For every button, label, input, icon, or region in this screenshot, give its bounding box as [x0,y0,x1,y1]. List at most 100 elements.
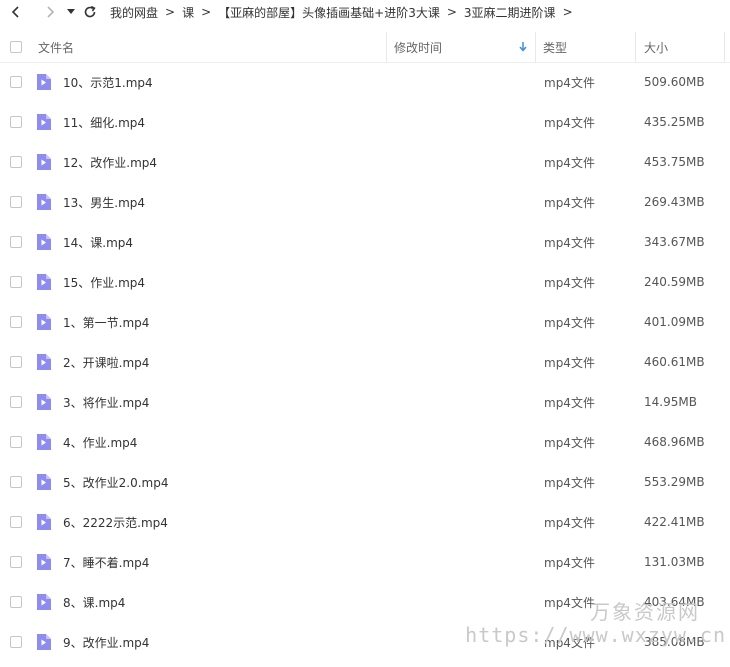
row-checkbox[interactable] [10,436,22,448]
video-file-icon [37,354,51,370]
row-checkbox[interactable] [10,76,22,88]
file-name[interactable]: 8、课.mp4 [63,582,125,622]
row-checkbox[interactable] [10,476,22,488]
row-checkbox[interactable] [10,396,22,408]
column-header: 文件名 修改时间 类型 大小 [0,32,730,63]
column-modified[interactable]: 修改时间 [394,32,534,62]
file-name[interactable]: 6、2222示范.mp4 [63,502,168,542]
history-dropdown[interactable] [64,0,78,24]
row-checkbox[interactable] [10,556,22,568]
file-name[interactable]: 11、细化.mp4 [63,102,145,142]
file-size: 401.09MB [644,315,705,329]
top-bar: 我的网盘 > 课 > 【亚麻的部屋】头像插画基础+进阶3大课 > 3亚麻二期进阶… [0,0,730,24]
refresh-icon [84,5,96,18]
video-file-icon [37,434,51,450]
file-name[interactable]: 1、第一节.mp4 [63,302,149,342]
row-checkbox[interactable] [10,596,22,608]
file-name[interactable]: 14、课.mp4 [63,222,133,262]
file-type: mp4文件 [544,395,595,410]
file-row[interactable]: 8、课.mp4 mp4文件 403.64MB [0,582,730,622]
file-row[interactable]: 1、第一节.mp4 mp4文件 401.09MB [0,302,730,342]
file-type: mp4文件 [544,75,595,90]
file-name[interactable]: 2、开课啦.mp4 [63,342,149,382]
file-row[interactable]: 15、作业.mp4 mp4文件 240.59MB [0,262,730,302]
refresh-button[interactable] [78,0,102,24]
file-type: mp4文件 [544,595,595,610]
column-name[interactable]: 文件名 [38,32,74,62]
breadcrumb-item[interactable]: 我的网盘 [110,4,158,21]
video-file-icon [37,394,51,410]
row-checkbox[interactable] [10,356,22,368]
breadcrumb-separator: > [446,5,457,19]
row-checkbox[interactable] [10,236,22,248]
file-row[interactable]: 7、睡不着.mp4 mp4文件 131.03MB [0,542,730,582]
file-row[interactable]: 13、男生.mp4 mp4文件 269.43MB [0,182,730,222]
file-name[interactable]: 9、改作业.mp4 [63,622,149,662]
file-name[interactable]: 13、男生.mp4 [63,182,145,222]
file-row[interactable]: 2、开课啦.mp4 mp4文件 460.61MB [0,342,730,382]
file-size: 453.75MB [644,155,705,169]
file-row[interactable]: 4、作业.mp4 mp4文件 468.96MB [0,422,730,462]
file-name[interactable]: 7、睡不着.mp4 [63,542,149,582]
breadcrumb-separator: > [562,5,573,19]
video-file-icon [37,634,51,650]
file-size: 385.08MB [644,635,705,649]
breadcrumb-separator: > [165,5,176,19]
forward-button[interactable] [38,0,62,24]
file-name[interactable]: 5、改作业2.0.mp4 [63,462,168,502]
file-size: 422.41MB [644,515,705,529]
file-row[interactable]: 14、课.mp4 mp4文件 343.67MB [0,222,730,262]
select-all-checkbox[interactable] [10,32,22,62]
breadcrumb-item[interactable]: 3亚麻二期进阶课 [464,4,556,21]
row-checkbox[interactable] [10,276,22,288]
file-type: mp4文件 [544,235,595,250]
column-divider[interactable] [724,32,725,62]
column-divider[interactable] [635,32,636,62]
file-size: 509.60MB [644,75,705,89]
video-file-icon [37,154,51,170]
file-row[interactable]: 12、改作业.mp4 mp4文件 453.75MB [0,142,730,182]
column-type[interactable]: 类型 [543,32,567,62]
file-row[interactable]: 10、示范1.mp4 mp4文件 509.60MB [0,62,730,102]
breadcrumb: 我的网盘 > 课 > 【亚麻的部屋】头像插画基础+进阶3大课 > 3亚麻二期进阶… [110,4,580,21]
breadcrumb-item[interactable]: 【亚麻的部屋】头像插画基础+进阶3大课 [218,4,440,21]
back-button[interactable] [4,0,28,24]
file-name[interactable]: 4、作业.mp4 [63,422,137,462]
arrow-left-icon [11,6,19,18]
file-row[interactable]: 6、2222示范.mp4 mp4文件 422.41MB [0,502,730,542]
file-row[interactable]: 5、改作业2.0.mp4 mp4文件 553.29MB [0,462,730,502]
column-divider[interactable] [386,32,387,62]
file-name[interactable]: 10、示范1.mp4 [63,62,153,102]
video-file-icon [37,194,51,210]
file-name[interactable]: 12、改作业.mp4 [63,142,157,182]
row-checkbox[interactable] [10,316,22,328]
file-type: mp4文件 [544,515,595,530]
file-size: 269.43MB [644,195,705,209]
video-file-icon [37,114,51,130]
breadcrumb-item[interactable]: 课 [182,4,194,21]
file-row[interactable]: 3、将作业.mp4 mp4文件 14.95MB [0,382,730,422]
video-file-icon [37,234,51,250]
file-size: 468.96MB [644,435,705,449]
row-checkbox[interactable] [10,156,22,168]
file-type: mp4文件 [544,115,595,130]
column-size[interactable]: 大小 [644,32,668,62]
file-type: mp4文件 [544,555,595,570]
file-size: 403.64MB [644,595,705,609]
file-type: mp4文件 [544,275,595,290]
file-type: mp4文件 [544,635,595,650]
file-size: 343.67MB [644,235,705,249]
row-checkbox[interactable] [10,516,22,528]
file-type: mp4文件 [544,315,595,330]
row-checkbox[interactable] [10,196,22,208]
file-row[interactable]: 9、改作业.mp4 mp4文件 385.08MB [0,622,730,662]
file-name[interactable]: 15、作业.mp4 [63,262,145,302]
row-checkbox[interactable] [10,636,22,648]
file-row[interactable]: 11、细化.mp4 mp4文件 435.25MB [0,102,730,142]
caret-down-icon [67,9,75,14]
column-divider[interactable] [535,32,536,62]
checkbox[interactable] [10,41,22,53]
file-type: mp4文件 [544,355,595,370]
file-name[interactable]: 3、将作业.mp4 [63,382,149,422]
row-checkbox[interactable] [10,116,22,128]
